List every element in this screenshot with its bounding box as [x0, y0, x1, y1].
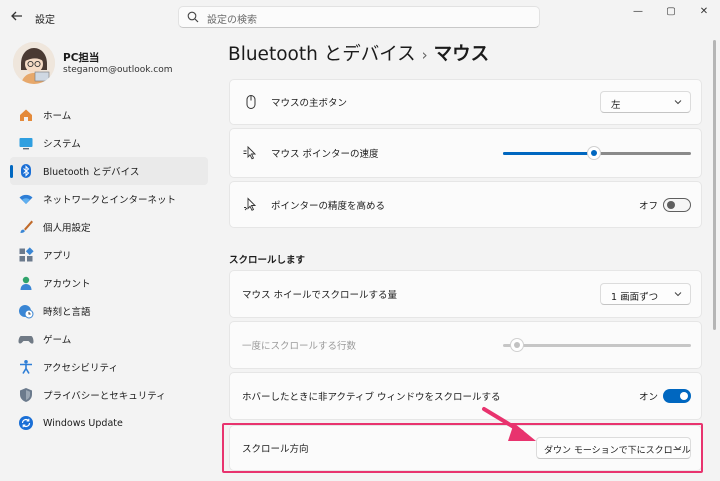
sidebar-item-system[interactable]: システム [10, 129, 208, 157]
close-button[interactable]: ✕ [694, 6, 714, 20]
toggle-state-text: オフ [639, 200, 659, 212]
pointer-speed-icon [243, 145, 259, 161]
lines-at-once-slider[interactable] [503, 338, 691, 352]
chevron-down-icon [674, 290, 682, 298]
sidebar-item-label: 時刻と言語 [43, 307, 91, 318]
setting-label: スクロール方向 [242, 444, 309, 455]
sidebar-item-label: アプリ [43, 251, 72, 262]
setting-wheel-amount: マウス ホイールでスクロールする量 1 画面ずつ [229, 270, 702, 318]
sidebar-item-bluetooth[interactable]: Bluetooth とデバイス [10, 157, 208, 185]
sidebar-item-windows-update[interactable]: Windows Update [10, 409, 208, 437]
home-icon [18, 107, 34, 123]
sidebar-item-accessibility[interactable]: アクセシビリティ [10, 353, 208, 381]
scroll-direction-select[interactable]: ダウン モーションで下にスクロール [536, 437, 691, 459]
maximize-button[interactable]: ▢ [661, 6, 681, 20]
sidebar-item-personalization[interactable]: 個人用設定 [10, 213, 208, 241]
toggle-state-text: オン [639, 392, 659, 403]
sidebar-item-label: システム [43, 139, 81, 150]
pointer-arrow-icon [482, 407, 536, 441]
slider-thumb[interactable] [509, 338, 524, 352]
bluetooth-icon [18, 163, 34, 179]
sidebar-item-home[interactable]: ホーム [10, 101, 208, 129]
breadcrumb-parent[interactable]: Bluetooth とデバイス [228, 44, 416, 65]
sidebar-item-apps[interactable]: アプリ [10, 241, 208, 269]
setting-enhance-precision: ポインターの精度を高める オフ [229, 181, 702, 228]
setting-pointer-speed: マウス ポインターの速度 [229, 128, 702, 178]
enhance-precision-toggle[interactable] [663, 197, 691, 212]
brush-icon [18, 219, 34, 235]
search-icon [187, 11, 199, 23]
sidebar-item-privacy[interactable]: プライバシーとセキュリティ [10, 381, 208, 409]
title-bar: 設定 設定の検索 — ▢ ✕ [0, 0, 720, 34]
scrollbar[interactable] [713, 40, 716, 330]
sidebar-item-network[interactable]: ネットワークとインターネット [10, 185, 208, 213]
slider-track [503, 344, 691, 347]
wifi-icon [18, 191, 34, 207]
profile-email: steganom@outlook.com [63, 65, 173, 75]
avatar[interactable] [13, 42, 55, 84]
breadcrumb: Bluetooth とデバイス › マウス [228, 40, 489, 66]
sidebar-item-accounts[interactable]: アカウント [10, 269, 208, 297]
setting-label: マウス ポインターの速度 [271, 149, 379, 160]
setting-label: 一度にスクロールする行数 [242, 341, 357, 352]
sidebar-item-label: 個人用設定 [43, 223, 91, 234]
sidebar-item-label: ホーム [43, 111, 72, 122]
sidebar-nav: ホーム システム Bluetooth とデバイス ネットワークとインターネット … [10, 101, 208, 437]
setting-label: マウスの主ボタン [271, 98, 348, 109]
page-title: マウス [433, 44, 490, 65]
profile-name: PC担当 [63, 52, 100, 64]
search-placeholder: 設定の検索 [207, 15, 257, 26]
slider-thumb[interactable] [586, 146, 601, 160]
gamepad-icon [18, 331, 34, 347]
primary-button-select[interactable]: 左 [600, 91, 691, 113]
setting-label: ポインターの精度を高める [271, 200, 386, 212]
apps-icon [18, 247, 34, 263]
shield-icon [18, 387, 34, 403]
wheel-amount-select[interactable]: 1 画面ずつ [600, 283, 691, 305]
monitor-icon [18, 135, 34, 151]
sidebar-item-label: Bluetooth とデバイス [43, 167, 140, 178]
sidebar-item-label: プライバシーとセキュリティ [43, 391, 166, 402]
setting-label: ホバーしたときに非アクティブ ウィンドウをスクロールする [242, 392, 501, 403]
update-icon [18, 415, 34, 431]
minimize-button[interactable]: — [628, 6, 648, 20]
mouse-icon [243, 94, 259, 110]
chevron-down-icon [674, 98, 682, 106]
select-value: 左 [611, 100, 621, 111]
app-title: 設定 [35, 15, 55, 26]
search-input[interactable]: 設定の検索 [178, 6, 540, 28]
setting-lines-at-once: 一度にスクロールする行数 [229, 321, 702, 369]
inactive-scroll-toggle[interactable] [663, 389, 691, 403]
select-value: ダウン モーションで下にスクロール [544, 446, 691, 456]
setting-inactive-scroll: ホバーしたときに非アクティブ ウィンドウをスクロールする オン [229, 372, 702, 420]
pointer-speed-slider[interactable] [503, 146, 691, 160]
accessibility-icon [18, 359, 34, 375]
sidebar-item-label: ゲーム [43, 335, 72, 346]
sidebar-item-label: Windows Update [43, 417, 123, 429]
sidebar-item-label: ネットワークとインターネット [43, 195, 177, 206]
chevron-down-icon [674, 444, 682, 452]
select-value: 1 画面ずつ [611, 292, 659, 303]
sidebar-item-label: アカウント [43, 279, 91, 290]
sidebar-item-time-language[interactable]: 時刻と言語 [10, 297, 208, 325]
breadcrumb-separator: › [421, 46, 428, 64]
globe-clock-icon [18, 303, 34, 319]
back-arrow-icon[interactable] [8, 9, 26, 25]
setting-primary-button: マウスの主ボタン 左 [229, 79, 702, 125]
pointer-precision-icon [243, 196, 259, 213]
slider-fill [503, 152, 594, 155]
setting-label: マウス ホイールでスクロールする量 [242, 290, 398, 301]
sidebar-item-label: アクセシビリティ [43, 363, 118, 374]
sidebar-item-gaming[interactable]: ゲーム [10, 325, 208, 353]
person-icon [18, 275, 34, 291]
setting-scroll-direction: スクロール方向 ダウン モーションで下にスクロール [229, 425, 702, 471]
section-heading: スクロールします [229, 255, 306, 266]
